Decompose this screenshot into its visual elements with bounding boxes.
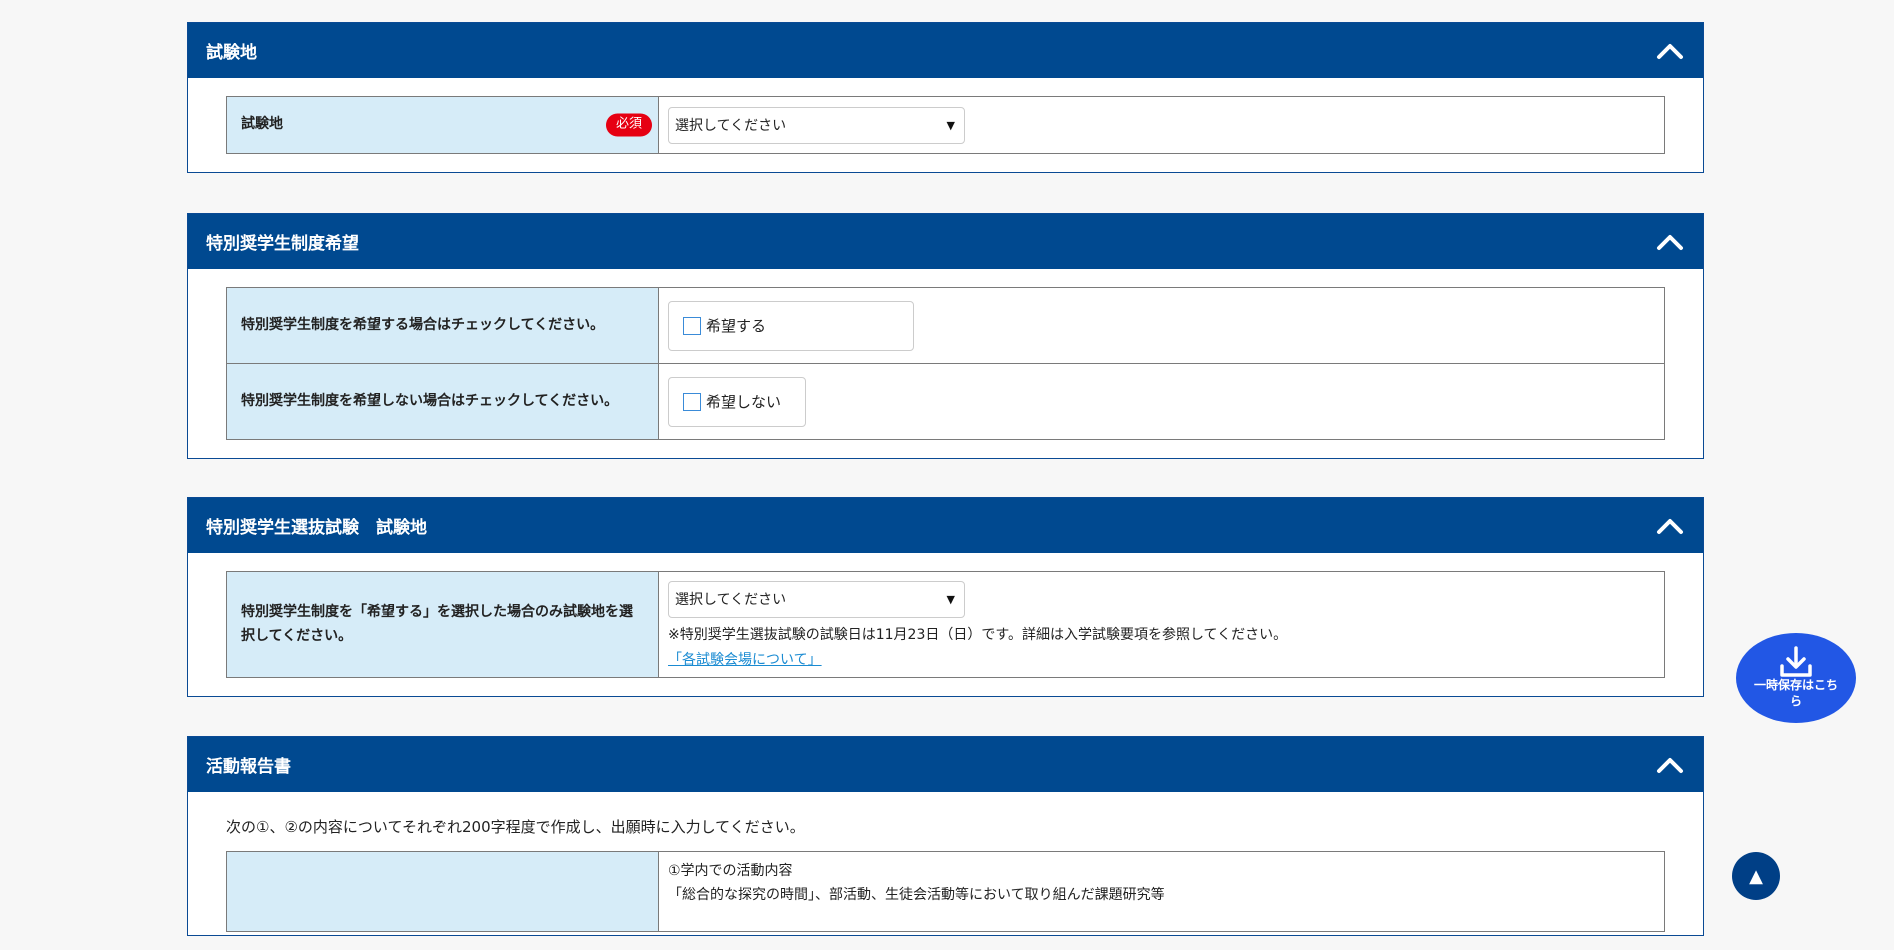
checkbox-box[interactable]: [683, 316, 701, 335]
field-label: 試験地 必須: [226, 96, 659, 154]
section-header[interactable]: 特別奨学生制度希望: [188, 214, 1703, 269]
section-scholarship-wish: 特別奨学生制度希望 特別奨学生制度を希望する場合はチェックしてください。 希望す…: [187, 213, 1704, 459]
field-label: [226, 851, 659, 932]
field-label: 特別奨学生制度を希望しない場合はチェックしてください。: [226, 363, 659, 440]
required-badge: 必須: [605, 113, 652, 137]
form-row: 試験地 必須 選択してください ▼: [226, 96, 1665, 154]
section-scholarship-exam-site: 特別奨学生選抜試験 試験地 特別奨学生制度を「希望する」を選択した場合のみ試験地…: [187, 497, 1704, 697]
field-cell: 希望しない: [658, 363, 1665, 440]
form-row: 特別奨学生制度を希望する場合はチェックしてください。 希望する: [226, 287, 1665, 364]
field-cell: 選択してください ▼: [658, 96, 1665, 154]
caret-down-icon: ▼: [946, 118, 955, 132]
section-title: 特別奨学生制度希望: [206, 234, 359, 254]
arrow-up-icon: ▲: [1749, 865, 1763, 887]
field-cell: 選択してください ▼ ※特別奨学生選抜試験の試験日は11月23日（日）です。詳細…: [658, 571, 1665, 678]
section-title: 特別奨学生選抜試験 試験地: [206, 518, 427, 538]
chevron-up-icon[interactable]: [1655, 231, 1685, 253]
chevron-up-icon[interactable]: [1655, 515, 1685, 537]
select-value: 選択してください: [675, 592, 787, 608]
caret-down-icon: ▼: [946, 592, 955, 606]
field-label-text: 試験地: [241, 116, 283, 133]
field-label-text: 特別奨学生制度を「希望する」を選択した場合のみ試験地を選択してください。: [241, 603, 633, 644]
temp-save-label: 一時保存はこちら: [1753, 678, 1838, 708]
section-intro: 次の①、②の内容についてそれぞれ200字程度で作成し、出願時に入力してください。: [226, 818, 805, 836]
section-header[interactable]: 活動報告書: [188, 737, 1703, 792]
section-title: 活動報告書: [206, 757, 291, 777]
exam-venues-link[interactable]: 「各試験会場について」: [668, 649, 822, 669]
form-row: 特別奨学生制度を「希望する」を選択した場合のみ試験地を選択してください。 選択し…: [226, 571, 1665, 678]
field-label-text: 特別奨学生制度を希望しない場合はチェックしてください。: [241, 392, 619, 409]
field-label-text: 特別奨学生制度を希望する場合はチェックしてください。: [241, 316, 605, 333]
temp-save-button[interactable]: 一時保存はこちら: [1736, 633, 1856, 723]
scholarship-exam-site-select[interactable]: 選択してください ▼: [668, 580, 965, 618]
field-cell: ①学内での活動内容 「総合的な探究の時間」、部活動、生徒会活動等において取り組ん…: [658, 851, 1665, 932]
field-cell: 希望する: [658, 287, 1665, 364]
section-header[interactable]: 特別奨学生選抜試験 試験地: [188, 498, 1703, 553]
download-icon: [1780, 646, 1812, 678]
chevron-up-icon[interactable]: [1655, 754, 1685, 776]
checkbox-label: 希望する: [706, 317, 767, 335]
section-exam-site: 試験地 試験地 必須 選択してください ▼: [187, 22, 1704, 173]
checkbox-label: 希望しない: [706, 393, 782, 411]
select-value: 選択してください: [675, 118, 787, 134]
activity-item-title: ①学内での活動内容: [668, 863, 793, 879]
form-row: 特別奨学生制度を希望しない場合はチェックしてください。 希望しない: [226, 363, 1665, 440]
form-row: ①学内での活動内容 「総合的な探究の時間」、部活動、生徒会活動等において取り組ん…: [226, 851, 1665, 932]
chevron-up-icon[interactable]: [1655, 40, 1685, 62]
section-title: 試験地: [206, 43, 257, 63]
section-activity-report: 活動報告書 次の①、②の内容についてそれぞれ200字程度で作成し、出願時に入力し…: [187, 736, 1704, 936]
section-header[interactable]: 試験地: [188, 23, 1703, 78]
field-label: 特別奨学生制度を「希望する」を選択した場合のみ試験地を選択してください。: [226, 571, 659, 678]
field-label: 特別奨学生制度を希望する場合はチェックしてください。: [226, 287, 659, 364]
activity-item-desc: 「総合的な探究の時間」、部活動、生徒会活動等において取り組んだ課題研究等: [668, 887, 1165, 903]
no-wish-checkbox[interactable]: 希望しない: [668, 376, 806, 427]
exam-date-note: ※特別奨学生選抜試験の試験日は11月23日（日）です。詳細は入学試験要項を参照し…: [668, 626, 1288, 643]
checkbox-box[interactable]: [683, 392, 701, 411]
exam-site-select[interactable]: 選択してください ▼: [668, 106, 965, 144]
back-to-top-button[interactable]: ▲: [1732, 852, 1780, 900]
wish-checkbox[interactable]: 希望する: [668, 300, 914, 351]
